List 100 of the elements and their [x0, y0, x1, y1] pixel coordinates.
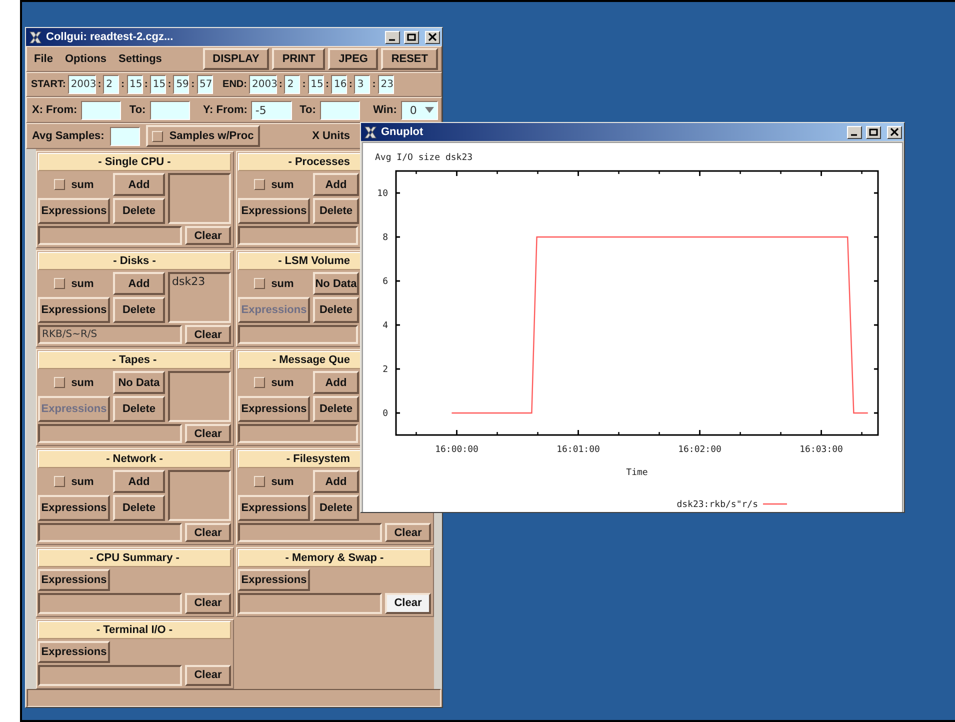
input-field[interactable] [320, 100, 360, 120]
input-field[interactable] [38, 592, 182, 614]
input-field[interactable]: 2 [284, 75, 300, 94]
delete-button[interactable]: Delete [113, 396, 165, 422]
delete-button[interactable]: Delete [113, 495, 165, 521]
checkbox[interactable] [254, 476, 266, 487]
input-field[interactable] [38, 226, 182, 245]
panel-title: - Processes [288, 156, 350, 168]
checkbox[interactable] [54, 179, 66, 190]
add-button[interactable]: Add [313, 173, 359, 196]
panel-title: - LSM Volume [278, 255, 350, 267]
dropdown[interactable]: 0 [400, 100, 438, 120]
expressions-button[interactable]: Expressions [238, 198, 310, 224]
toolbar-button[interactable]: DISPLAY [202, 48, 270, 70]
clear-button[interactable]: Clear [185, 664, 231, 686]
minimize-button[interactable] [847, 126, 862, 138]
input-field[interactable]: 15 [308, 75, 324, 94]
checkbox-control[interactable]: Samples w/Proc [146, 125, 260, 147]
clear-button[interactable]: Clear [385, 592, 431, 614]
checkbox[interactable] [54, 377, 66, 388]
tick-label: 4 [382, 321, 388, 331]
input-field[interactable]: 15 [126, 75, 142, 94]
delete-button[interactable]: Delete [313, 297, 359, 323]
checkbox[interactable] [254, 377, 266, 388]
checkbox[interactable] [254, 179, 266, 190]
expressions-button[interactable]: Expressions [238, 396, 310, 422]
delete-button[interactable]: Delete [313, 198, 359, 224]
expressions-button[interactable]: Expressions [238, 569, 310, 590]
add-button[interactable]: Add [113, 173, 165, 196]
input-field[interactable] [238, 523, 382, 542]
input-field[interactable]: 59 [173, 75, 190, 94]
separator-text: : [326, 79, 330, 90]
close-button[interactable] [425, 30, 440, 44]
field-label: Avg Samples: [32, 130, 104, 142]
input-field[interactable]: 2003 [248, 75, 277, 94]
add-button[interactable]: No Data [313, 272, 359, 295]
input-field[interactable]: 16 [331, 75, 348, 94]
input-field[interactable]: 15 [150, 75, 166, 94]
input-field[interactable] [38, 523, 182, 542]
toolbar-button[interactable]: RESET [381, 48, 438, 70]
input-field[interactable]: 2003 [68, 75, 96, 94]
expressions-button[interactable]: Expressions [38, 495, 110, 521]
checkbox[interactable] [254, 278, 266, 289]
input-field[interactable]: 3 [354, 75, 370, 94]
input-field[interactable] [110, 126, 140, 146]
expressions-button[interactable]: Expressions [38, 297, 110, 323]
delete-button[interactable]: Delete [113, 198, 165, 224]
clear-button[interactable]: Clear [385, 523, 431, 542]
add-button[interactable]: Add [113, 272, 165, 295]
maximize-icon [869, 128, 878, 136]
menu-item[interactable]: Settings [118, 53, 162, 65]
expressions-button[interactable]: Expressions [38, 198, 110, 224]
clear-button[interactable]: Clear [185, 226, 231, 245]
clear-button[interactable]: Clear [185, 325, 231, 344]
clear-button[interactable]: Clear [185, 523, 231, 542]
delete-button[interactable]: Delete [313, 495, 359, 521]
menu-item[interactable]: Options [64, 53, 107, 65]
tick-label: 16:00:00 [435, 445, 478, 455]
close-button[interactable] [887, 126, 902, 138]
input-field[interactable] [38, 424, 182, 443]
maximize-button[interactable] [404, 30, 419, 44]
checkbox[interactable] [54, 278, 66, 289]
add-button[interactable]: Add [313, 371, 359, 394]
input-field[interactable] [238, 592, 382, 614]
input-field[interactable] [238, 424, 358, 443]
list-item[interactable]: dsk23 [172, 275, 206, 288]
input-field[interactable]: -5 [251, 100, 292, 120]
maximize-button[interactable] [866, 126, 881, 138]
input-field[interactable] [238, 226, 358, 245]
checkbox[interactable] [54, 476, 66, 487]
input-field[interactable] [150, 100, 190, 120]
minimize-button[interactable] [385, 30, 400, 44]
input-field[interactable] [38, 664, 182, 686]
input-field[interactable]: 2 [103, 75, 120, 94]
input-field[interactable]: 23 [378, 75, 394, 94]
input-field[interactable] [81, 100, 122, 120]
toolbar-button[interactable]: PRINT [272, 48, 326, 70]
clear-button[interactable]: Clear [185, 592, 231, 614]
menu-item[interactable]: File [34, 53, 53, 65]
expressions-button[interactable]: Expressions [38, 641, 110, 662]
add-button[interactable]: Add [313, 470, 359, 493]
separator-text: : [372, 79, 376, 90]
delete-button[interactable]: Delete [313, 396, 359, 422]
list-box[interactable]: dsk23 [168, 272, 231, 323]
list-box[interactable] [168, 371, 231, 422]
input-field[interactable]: RKB/S~R/S [38, 325, 182, 344]
panel-title: - Disks - [113, 255, 156, 267]
list-box[interactable] [168, 173, 231, 224]
toolbar-button[interactable]: JPEG [328, 48, 378, 70]
add-button[interactable]: No Data [113, 371, 165, 394]
checkbox[interactable] [152, 130, 164, 142]
clear-button[interactable]: Clear [185, 424, 231, 443]
add-button[interactable]: Add [113, 470, 165, 493]
expressions-button[interactable]: Expressions [238, 495, 310, 521]
input-field[interactable] [238, 325, 358, 344]
panel-title: - CPU Summary - [90, 552, 180, 564]
input-field[interactable]: 57 [196, 75, 213, 94]
delete-button[interactable]: Delete [113, 297, 165, 323]
list-box[interactable] [168, 470, 231, 521]
expressions-button[interactable]: Expressions [38, 569, 110, 590]
